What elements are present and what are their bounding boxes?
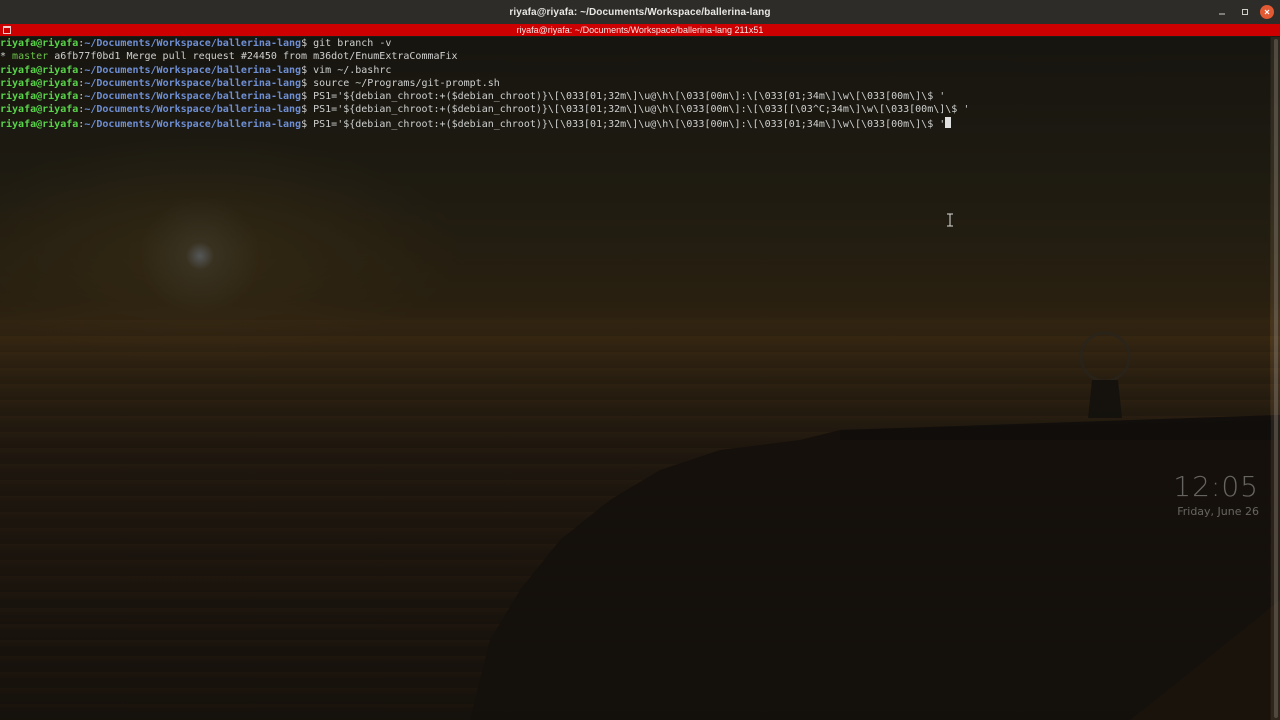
command-text: source ~/Programs/git-prompt.sh [307,77,500,89]
prompt-user: riyafa@riyafa [0,118,79,130]
terminal-line: riyafa@riyafa:~/Documents/Workspace/ball… [0,91,946,103]
prompt-user: riyafa@riyafa [0,38,79,49]
terminal-scrollbar[interactable] [1271,37,1280,720]
tab-title: riyafa@riyafa: ~/Documents/Workspace/bal… [516,25,764,35]
terminal-line: riyafa@riyafa:~/Documents/Workspace/ball… [0,104,970,116]
text-cursor [945,116,952,128]
command-text: git branch -v [307,38,392,49]
terminal-line: riyafa@riyafa:~/Documents/Workspace/ball… [0,77,500,89]
minimize-icon[interactable] [1214,4,1229,19]
prompt-user: riyafa@riyafa [0,64,79,76]
branch-name: master [12,51,49,63]
window-title: riyafa@riyafa: ~/Documents/Workspace/bal… [509,6,771,18]
terminal-line: riyafa@riyafa:~/Documents/Workspace/ball… [0,116,1270,130]
window-controls [1214,4,1274,19]
command-text: PS1='${debian_chroot:+($debian_chroot)}\… [307,104,970,116]
terminal-output[interactable]: riyafa@riyafa:~/Documents/Workspace/ball… [0,37,1270,720]
prompt-path: ~/Documents/Workspace/ballerina-lang [84,104,302,116]
prompt-path: ~/Documents/Workspace/ballerina-lang [84,77,302,89]
clock-time: 12:05 [1173,470,1259,503]
terminal-icon [3,26,11,34]
close-icon[interactable] [1260,4,1274,19]
command-text: PS1='${debian_chroot:+($debian_chroot)}\… [307,118,946,130]
maximize-icon[interactable] [1237,4,1252,19]
prompt-user: riyafa@riyafa [0,91,79,103]
terminal-line: riyafa@riyafa:~/Documents/Workspace/ball… [0,38,392,49]
prompt-user: riyafa@riyafa [0,77,79,89]
clock-date: Friday, June 26 [1177,505,1259,518]
terminal-tab[interactable]: riyafa@riyafa: ~/Documents/Workspace/bal… [0,24,1280,36]
terminal-line: * master a6fb77f0bd1 Merge pull request … [0,51,458,63]
desktop-clock: 12:05 Friday, June 26 [1173,470,1259,518]
window-titlebar[interactable]: riyafa@riyafa: ~/Documents/Workspace/bal… [0,0,1280,24]
prompt-path: ~/Documents/Workspace/ballerina-lang [84,91,302,103]
output-text: a6fb77f0bd1 Merge pull request #24450 fr… [48,51,458,63]
prompt-path: ~/Documents/Workspace/ballerina-lang [84,64,302,76]
prompt-path: ~/Documents/Workspace/ballerina-lang [84,38,302,49]
command-text: vim ~/.bashrc [307,64,392,76]
prompt-user: riyafa@riyafa [0,104,79,116]
terminal-line: riyafa@riyafa:~/Documents/Workspace/ball… [0,64,392,76]
text-cursor-icon [947,213,953,227]
scrollbar-thumb[interactable] [1274,39,1278,718]
prompt-path: ~/Documents/Workspace/ballerina-lang [84,118,302,130]
command-text: PS1='${debian_chroot:+($debian_chroot)}\… [307,91,946,103]
